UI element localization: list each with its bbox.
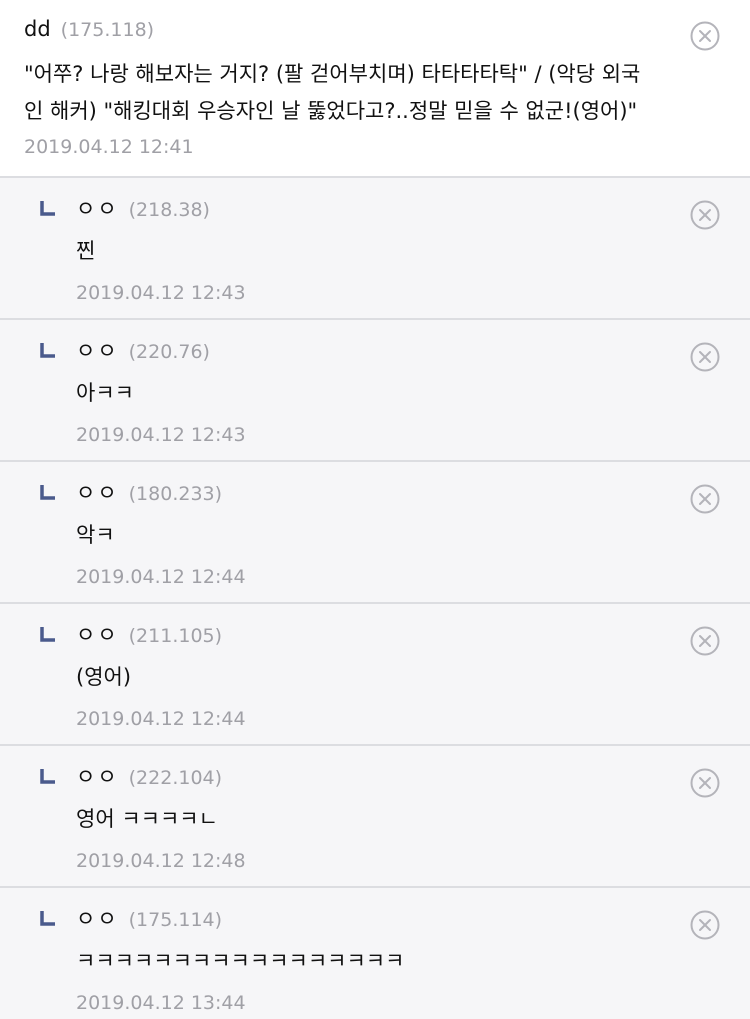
comment-author: dd (175.118) — [24, 14, 154, 44]
reply-ip: (218.38) — [128, 199, 210, 221]
comment-nickname[interactable]: dd — [24, 17, 51, 41]
reply-ip: (211.105) — [128, 625, 223, 647]
reply-comment: ㅇㅇ (211.105) (영어) 2019.04.12 12:44 — [0, 604, 750, 746]
reply-ip: (180.233) — [128, 483, 223, 505]
reply-timestamp: 2019.04.12 12:44 — [76, 566, 246, 588]
reply-timestamp: 2019.04.12 12:44 — [76, 708, 246, 730]
comment-thread: dd (175.118) "어쭈? 나랑 해보자는 거지? (팔 걷어부치며) 타… — [0, 0, 750, 1019]
circle-x-icon — [690, 21, 720, 51]
reply-corner-icon — [40, 200, 56, 216]
reply-body: 아ㅋㅋ — [76, 381, 134, 405]
circle-x-icon — [690, 200, 720, 230]
circle-x-icon — [690, 484, 720, 514]
reply-body: 찐 — [76, 239, 96, 263]
reply-nickname[interactable]: ㅇㅇ — [76, 907, 119, 931]
reply-comment: ㅇㅇ (222.104) 영어 ㅋㅋㅋㅋㄴ 2019.04.12 12:48 — [0, 746, 750, 888]
reply-author: ㅇㅇ (180.233) — [76, 478, 222, 508]
comment-body-line: "어쭈? 나랑 해보자는 거지? (팔 걷어부치며) 타타타타탁" / (악당 … — [24, 62, 641, 86]
reply-corner-icon — [40, 484, 56, 500]
reply-author: ㅇㅇ (218.38) — [76, 194, 210, 224]
reply-comment: ㅇㅇ (180.233) 악ㅋ 2019.04.12 12:44 — [0, 462, 750, 604]
reply-ip: (220.76) — [128, 341, 210, 363]
reply-nickname[interactable]: ㅇㅇ — [76, 623, 119, 647]
circle-x-icon — [690, 768, 720, 798]
reply-corner-icon — [40, 910, 56, 926]
reply-author: ㅇㅇ (175.114) — [76, 904, 222, 934]
reply-author: ㅇㅇ (222.104) — [76, 762, 222, 792]
reply-timestamp: 2019.04.12 13:44 — [76, 992, 246, 1014]
comment-body-line: 인 해커) "해킹대회 우승자인 날 뚫었다고?..정말 믿을 수 없군!(영어… — [24, 99, 638, 123]
delete-button[interactable] — [690, 768, 720, 798]
reply-author: ㅇㅇ (220.76) — [76, 336, 210, 366]
main-comment: dd (175.118) "어쭈? 나랑 해보자는 거지? (팔 걷어부치며) 타… — [0, 0, 750, 178]
reply-nickname[interactable]: ㅇㅇ — [76, 339, 119, 363]
reply-body: 악ㅋ — [76, 523, 115, 547]
reply-comment: ㅇㅇ (175.114) ㅋㅋㅋㅋㅋㅋㅋㅋㅋㅋㅋㅋㅋㅋㅋㅋㅋ 2019.04.12… — [0, 888, 750, 1019]
reply-timestamp: 2019.04.12 12:48 — [76, 850, 246, 872]
comment-ip: (175.118) — [60, 19, 155, 41]
comment-body: "어쭈? 나랑 해보자는 거지? (팔 걷어부치며) 타타타타탁" / (악당 … — [24, 56, 730, 130]
delete-button[interactable] — [690, 910, 720, 940]
reply-corner-icon — [40, 626, 56, 642]
reply-corner-icon — [40, 342, 56, 358]
reply-body: ㅋㅋㅋㅋㅋㅋㅋㅋㅋㅋㅋㅋㅋㅋㅋㅋㅋ — [76, 949, 405, 973]
reply-comment: ㅇㅇ (218.38) 찐 2019.04.12 12:43 — [0, 178, 750, 320]
delete-button[interactable] — [690, 342, 720, 372]
reply-timestamp: 2019.04.12 12:43 — [76, 424, 246, 446]
delete-button[interactable] — [690, 484, 720, 514]
delete-button[interactable] — [690, 200, 720, 230]
reply-ip: (175.114) — [128, 909, 223, 931]
delete-button[interactable] — [690, 21, 720, 51]
circle-x-icon — [690, 910, 720, 940]
circle-x-icon — [690, 342, 720, 372]
reply-nickname[interactable]: ㅇㅇ — [76, 481, 119, 505]
reply-corner-icon — [40, 768, 56, 784]
circle-x-icon — [690, 626, 720, 656]
reply-timestamp: 2019.04.12 12:43 — [76, 282, 246, 304]
reply-body: (영어) — [76, 665, 132, 689]
reply-nickname[interactable]: ㅇㅇ — [76, 765, 119, 789]
reply-nickname[interactable]: ㅇㅇ — [76, 197, 119, 221]
reply-comment: ㅇㅇ (220.76) 아ㅋㅋ 2019.04.12 12:43 — [0, 320, 750, 462]
comment-timestamp: 2019.04.12 12:41 — [24, 136, 194, 158]
reply-ip: (222.104) — [128, 767, 223, 789]
reply-author: ㅇㅇ (211.105) — [76, 620, 222, 650]
reply-body: 영어 ㅋㅋㅋㅋㄴ — [76, 807, 218, 831]
delete-button[interactable] — [690, 626, 720, 656]
